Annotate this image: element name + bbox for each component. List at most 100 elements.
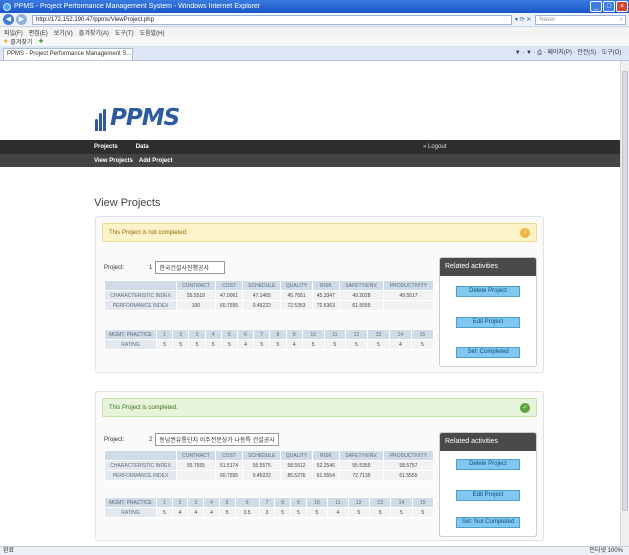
header-productivity: PRODUCTIVITY bbox=[382, 280, 435, 291]
menu-help[interactable]: 도움말(H) bbox=[140, 28, 165, 37]
scrollbar-thumb[interactable] bbox=[622, 71, 628, 511]
window-title: PPMS - Project Performance Management Sy… bbox=[14, 3, 261, 10]
refresh-stop-icons[interactable]: ▾ ⟳ ✕ bbox=[515, 16, 531, 23]
menu-edit[interactable]: 편집(E) bbox=[29, 28, 48, 37]
related-activities-title: Related activities bbox=[440, 433, 536, 451]
cell: 85.5276 bbox=[280, 470, 313, 481]
cell: 61.5554 bbox=[311, 470, 341, 481]
logout-link[interactable]: » Logout bbox=[423, 144, 446, 150]
check-icon: ✓ bbox=[520, 403, 530, 413]
practice-num: 11 bbox=[327, 497, 349, 508]
project-name[interactable]: 한국건설사진행공사 bbox=[155, 261, 226, 274]
header-schedule: SCHEDULE bbox=[242, 450, 282, 461]
rating-cell: 5 bbox=[269, 339, 287, 350]
cell: 51.5174 bbox=[214, 460, 244, 471]
edit-project-button[interactable]: Edit Project bbox=[456, 490, 520, 501]
status-banner: This Project is not completed. ! bbox=[102, 223, 537, 242]
cell bbox=[176, 470, 216, 481]
command-bar[interactable]: ▼ · ▼ · ⎙ · 페이지(P) · 안전(S) · 도구(O) · bbox=[515, 47, 629, 60]
header-cost: COST bbox=[214, 280, 244, 291]
favorites-label[interactable]: 즐겨찾기 bbox=[10, 37, 32, 46]
rating-cell: 5 bbox=[156, 507, 173, 518]
cell: 72.7135 bbox=[339, 470, 384, 481]
row-label: PERFORMANCE INDEX bbox=[104, 470, 177, 481]
subnav-view-projects[interactable]: View Projects bbox=[94, 158, 133, 164]
logo-text: PPMS bbox=[110, 105, 180, 131]
rating-cell: 5 bbox=[188, 339, 206, 350]
practice-num: 10 bbox=[305, 497, 329, 508]
subnav-add-project[interactable]: Add Project bbox=[139, 158, 173, 164]
project-name[interactable]: 동남권유통단지 이주전문상가 나동특 건설공사 bbox=[155, 433, 279, 446]
set-completed-button[interactable]: Set: Completed bbox=[456, 347, 520, 358]
vertical-scrollbar[interactable] bbox=[620, 61, 629, 546]
header-safety: SAFETY/ENV. bbox=[339, 280, 384, 291]
menu-file[interactable]: 파일(F) bbox=[4, 28, 23, 37]
practice-num: 7 bbox=[258, 497, 276, 508]
cell: 100 bbox=[176, 300, 216, 311]
delete-project-button[interactable]: Delete Project bbox=[456, 286, 520, 297]
back-icon[interactable]: ◀ bbox=[3, 14, 14, 25]
search-input[interactable]: Naver ⌕ bbox=[535, 14, 626, 25]
table-row: CHARACTERISTIC INDEX 55.5518 47.0061 47.… bbox=[104, 290, 435, 301]
header-productivity: PRODUCTIVITY bbox=[382, 450, 435, 461]
forward-icon[interactable]: ▶ bbox=[16, 14, 27, 25]
practice-num: 10 bbox=[301, 329, 325, 340]
practice-num: 14 bbox=[390, 497, 413, 508]
address-toolbar: ◀ ▶ http://172.152.190.47/ppms/ViewProje… bbox=[0, 13, 629, 27]
table-row: PERFORMANCE INDEX 60.7555 0.45222 85.527… bbox=[104, 470, 435, 481]
rating-cell: 4 bbox=[187, 507, 205, 518]
delete-project-button[interactable]: Delete Project bbox=[456, 459, 520, 470]
header-schedule: SCHEDULE bbox=[242, 280, 282, 291]
practice-table: MGMT. PRACTICE 1 2 3 4 5 6 7 8 9 10 11 1… bbox=[104, 497, 435, 518]
practice-num: 12 bbox=[347, 497, 370, 508]
practice-num: 5 bbox=[220, 329, 238, 340]
rating-cell: 4 bbox=[285, 339, 303, 350]
rating-label: RATING bbox=[104, 339, 157, 350]
favorites-star-icon[interactable]: ★ bbox=[3, 38, 8, 45]
practice-num: 15 bbox=[411, 497, 435, 508]
header-contract: CONTRACT bbox=[176, 450, 216, 461]
practice-label: MGMT. PRACTICE bbox=[104, 329, 157, 340]
nav-data[interactable]: Data bbox=[136, 144, 149, 150]
page-title: View Projects bbox=[94, 197, 161, 209]
ie-icon bbox=[3, 2, 11, 11]
cell: 58.5757 bbox=[382, 460, 435, 471]
browser-tab[interactable]: PPMS - Project Performance Management S.… bbox=[3, 48, 133, 60]
table-row: CHARACTERISTIC INDEX 55.7555 51.5174 55.… bbox=[104, 460, 435, 471]
set-not-completed-button[interactable]: Set: Not Completed bbox=[456, 517, 520, 528]
practice-num: 3 bbox=[187, 497, 205, 508]
practice-num: 12 bbox=[344, 329, 368, 340]
menu-tools[interactable]: 도구(T) bbox=[115, 28, 134, 37]
rating-cell: 4 bbox=[388, 339, 412, 350]
rating-cell: 5 bbox=[301, 339, 325, 350]
project-row: Project: 2 동남권유통단지 이주전문상가 나동특 건설공사 bbox=[104, 433, 279, 446]
rating-cell: 5 bbox=[204, 339, 222, 350]
table-row: RATING 5 4 4 4 5 3.5 3 5 5 5 4 5 5 5 5 bbox=[104, 507, 435, 518]
edit-project-button[interactable]: Edit Project bbox=[456, 317, 520, 328]
rating-cell: 5 bbox=[368, 507, 392, 518]
cell: 55.5575 bbox=[242, 460, 282, 471]
rating-cell: 5 bbox=[290, 507, 307, 518]
rating-cell: 5 bbox=[390, 507, 413, 518]
table-row: RATING 5 5 5 5 5 4 5 5 4 5 5 5 5 4 5 bbox=[104, 339, 435, 350]
add-favorite-icon[interactable]: ✚ bbox=[38, 38, 43, 45]
minimize-icon[interactable]: _ bbox=[590, 1, 602, 12]
address-input[interactable]: http://172.152.190.47/ppms/ViewProject.p… bbox=[32, 14, 512, 25]
menu-favorites[interactable]: 즐겨찾기(A) bbox=[79, 28, 109, 37]
tab-bar: PPMS - Project Performance Management S.… bbox=[0, 47, 629, 61]
search-icon[interactable]: ⌕ bbox=[620, 16, 623, 24]
header-blank bbox=[104, 450, 177, 461]
project-panel-1: This Project is not completed. ! Project… bbox=[95, 216, 544, 373]
nav-projects[interactable]: Projects bbox=[94, 144, 118, 150]
zoom-status[interactable]: 인터넷 100% bbox=[589, 547, 629, 555]
practice-num: 9 bbox=[290, 497, 307, 508]
maximize-icon[interactable]: □ bbox=[603, 1, 615, 12]
practice-num: 3 bbox=[188, 329, 206, 340]
menu-view[interactable]: 보기(V) bbox=[54, 28, 73, 37]
header-risk: RISK bbox=[311, 450, 341, 461]
close-icon[interactable]: × bbox=[616, 1, 628, 12]
metrics-table: CONTRACT COST SCHEDULE QUALITY RISK SAFE… bbox=[104, 450, 435, 481]
cell: 45.7651 bbox=[280, 290, 313, 301]
cell: 55.7555 bbox=[176, 460, 216, 471]
project-number: 2 bbox=[149, 436, 153, 443]
